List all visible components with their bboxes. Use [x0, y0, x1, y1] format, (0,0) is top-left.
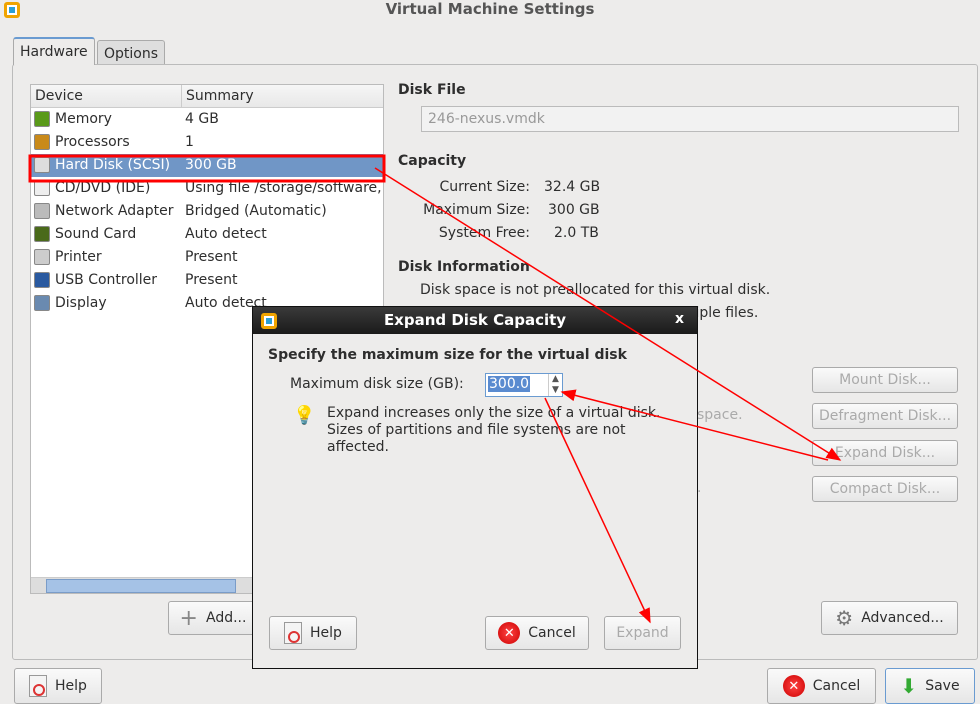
arrow-to-expand-button	[544, 397, 651, 624]
arrow-to-expand-disk	[374, 167, 842, 461]
arrow-to-size-input	[560, 389, 829, 461]
tab-hardware[interactable]: Hardware	[13, 37, 95, 65]
highlight-box	[28, 154, 386, 183]
annotation-overlay	[28, 154, 842, 624]
